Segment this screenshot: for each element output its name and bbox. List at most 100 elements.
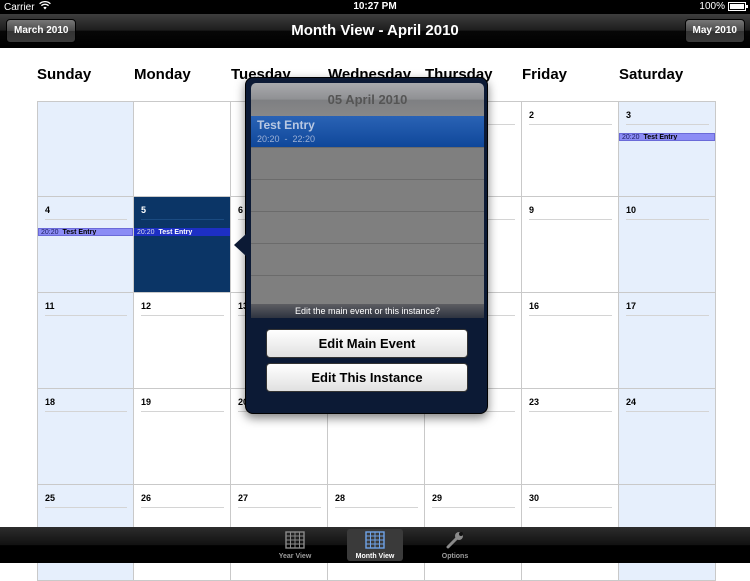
day-divider — [529, 219, 612, 220]
day-divider — [529, 124, 612, 125]
day-number: 24 — [626, 397, 637, 407]
day-divider — [626, 219, 709, 220]
day-divider — [432, 507, 515, 508]
day-number: 17 — [626, 301, 637, 311]
day-number: 26 — [141, 493, 152, 503]
day-divider — [529, 507, 612, 508]
day-number: 10 — [626, 205, 637, 215]
popover-empty-row — [251, 244, 484, 276]
event-title: Test Entry — [158, 229, 193, 236]
event-time: 20:20 — [622, 134, 640, 141]
day-divider — [335, 507, 418, 508]
day-divider — [626, 411, 709, 412]
day-divider — [238, 507, 321, 508]
day-number: 2 — [529, 110, 535, 120]
popover-empty-row — [251, 148, 484, 180]
day-cell[interactable]: 4 20:20 Test Entry — [37, 197, 134, 293]
day-number: 5 — [141, 205, 147, 215]
day-number: 27 — [238, 493, 249, 503]
battery-percent: 100% — [699, 1, 725, 12]
day-cell[interactable]: 9 — [522, 197, 619, 293]
calendar-grid-icon — [365, 531, 385, 551]
day-cell[interactable]: 10 — [619, 197, 716, 293]
edit-this-instance-button[interactable]: Edit This Instance — [266, 363, 468, 392]
popover-arrow — [234, 234, 246, 256]
status-bar: Carrier 10:27 PM 100% — [0, 0, 750, 14]
popover-empty-row — [251, 180, 484, 212]
popover-prompt: Edit the main event or this instance? — [251, 304, 484, 318]
weekday-header-6: Saturday — [619, 66, 684, 83]
tab-label: Year View — [278, 553, 312, 560]
day-divider — [45, 507, 127, 508]
tab-year-view[interactable]: Year View — [267, 529, 323, 561]
day-divider — [45, 219, 127, 220]
tab-options[interactable]: Options — [427, 529, 483, 561]
battery-icon — [728, 2, 748, 11]
day-cell[interactable]: 12 — [134, 293, 231, 389]
popover-event-list: Test Entry 20:20 - 22:20 — [251, 116, 484, 308]
day-cell[interactable] — [134, 101, 231, 197]
event-bar[interactable]: 20:20 Test Entry — [134, 228, 230, 236]
day-divider — [626, 315, 709, 316]
popover-empty-row — [251, 212, 484, 244]
day-cell[interactable]: 19 — [134, 389, 231, 485]
event-bar[interactable]: 20:20 Test Entry — [619, 133, 715, 141]
day-number: 19 — [141, 397, 152, 407]
day-divider — [45, 315, 127, 316]
clock: 10:27 PM — [353, 1, 397, 12]
day-number: 11 — [45, 301, 55, 311]
day-cell[interactable]: 18 — [37, 389, 134, 485]
day-number: 25 — [45, 493, 56, 503]
event-time: 20:20 — [137, 229, 155, 236]
day-number: 28 — [335, 493, 346, 503]
event-bar[interactable]: 20:20 Test Entry — [38, 228, 133, 236]
day-number: 9 — [529, 205, 535, 215]
day-cell[interactable]: 2 — [522, 101, 619, 197]
day-number: 4 — [45, 205, 51, 215]
day-divider — [626, 124, 709, 125]
weekday-header-1: Monday — [134, 66, 191, 83]
day-number: 3 — [626, 110, 632, 120]
day-cell[interactable]: 5 20:20 Test Entry — [134, 197, 231, 293]
event-popover: 05 April 2010 Test Entry 20:20 - 22:20 Ed… — [234, 77, 488, 414]
calendar-grid-icon — [285, 531, 305, 551]
day-number: 30 — [529, 493, 540, 503]
day-divider — [529, 315, 612, 316]
weekday-header-0: Sunday — [37, 66, 92, 83]
page-title: Month View - April 2010 — [291, 22, 459, 39]
day-divider — [141, 219, 224, 220]
day-divider — [141, 315, 224, 316]
day-number: 23 — [529, 397, 540, 407]
day-cell[interactable]: 11 — [37, 293, 134, 389]
day-divider — [141, 411, 224, 412]
tab-bar: Year View Month View Options — [0, 527, 750, 563]
day-cell[interactable] — [37, 101, 134, 197]
event-time: 20:20 — [41, 229, 59, 236]
popover-date-title: 05 April 2010 — [251, 83, 484, 116]
popover-event-title: Test Entry — [257, 118, 315, 132]
day-divider — [529, 411, 612, 412]
popover-event-row[interactable]: Test Entry 20:20 - 22:20 — [251, 116, 484, 148]
navigation-bar: March 2010 Month View - April 2010 May 2… — [0, 14, 750, 48]
edit-main-event-button[interactable]: Edit Main Event — [266, 329, 468, 358]
tab-label: Options — [441, 553, 469, 560]
next-month-button[interactable]: May 2010 — [684, 19, 745, 43]
day-number: 18 — [45, 397, 56, 407]
day-divider — [45, 411, 127, 412]
day-number: 6 — [238, 205, 244, 215]
day-cell[interactable]: 3 20:20 Test Entry — [619, 101, 716, 197]
day-number: 12 — [141, 301, 152, 311]
battery-indicator: 100% — [699, 1, 748, 12]
day-cell[interactable]: 17 — [619, 293, 716, 389]
tab-label: Month View — [355, 553, 395, 560]
day-number: 16 — [529, 301, 540, 311]
wrench-icon — [445, 531, 465, 551]
popover-event-time: 20:20 - 22:20 — [257, 134, 316, 144]
day-cell[interactable]: 16 — [522, 293, 619, 389]
day-divider — [141, 507, 224, 508]
event-title: Test Entry — [62, 229, 97, 236]
day-cell[interactable]: 23 — [522, 389, 619, 485]
tab-month-view[interactable]: Month View — [347, 529, 403, 561]
event-title: Test Entry — [643, 134, 678, 141]
day-cell[interactable]: 24 — [619, 389, 716, 485]
